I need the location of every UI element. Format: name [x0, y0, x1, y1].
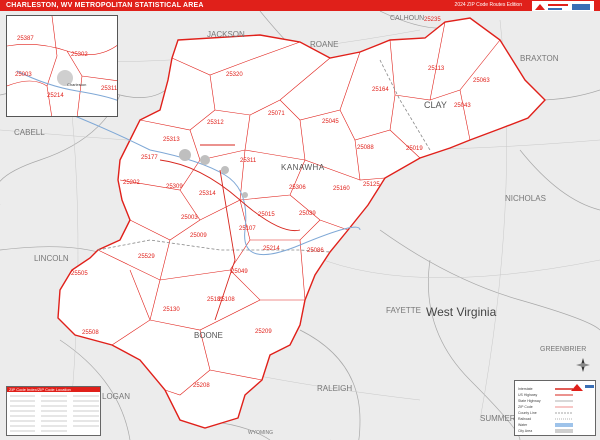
- legend-item: City Area: [518, 429, 533, 433]
- legend-item: State Highway: [518, 399, 541, 403]
- map-legend: Interstate US Highway State Highway ZIP …: [514, 380, 596, 436]
- zip-label: 25086: [307, 248, 324, 254]
- zip-label: 25311: [240, 158, 257, 164]
- county-label-cabell: CABELL: [14, 128, 45, 137]
- inset-zip-label: 25302: [71, 52, 88, 58]
- legend-item: US Highway: [518, 393, 538, 397]
- zip-label: 25508: [82, 330, 99, 336]
- legend-item: ZIP Code: [518, 405, 533, 409]
- county-label-raleigh: RALEIGH: [317, 384, 353, 393]
- map-title: CHARLESTON, WV METROPOLITAN STATISTICAL …: [6, 2, 204, 9]
- inset-zip-label: 25003: [15, 72, 32, 78]
- legend-swatches: [555, 388, 573, 433]
- county-label-calhoun: CALHOUN: [390, 15, 425, 22]
- zip-label: 25107: [239, 226, 256, 232]
- zip-label: 25063: [473, 78, 490, 84]
- county-label-lincoln: LINCOLN: [34, 254, 69, 263]
- zip-label: 25214: [263, 246, 280, 252]
- zip-label: 25312: [207, 120, 224, 126]
- zip-label: 25177: [141, 155, 158, 161]
- zip-label: 25306: [289, 185, 306, 191]
- county-label-wyoming: WYOMING: [248, 430, 273, 436]
- zip-label: 25202: [123, 180, 140, 186]
- zip-label: 25208: [193, 383, 210, 389]
- zip-label: 25113: [428, 66, 445, 72]
- inset-zip-label: 25387: [17, 36, 34, 42]
- county-label-kanawha: KANAWHA: [281, 163, 325, 172]
- zip-label: 25125: [363, 182, 380, 188]
- zip-label: 25314: [199, 191, 216, 197]
- county-label-clay: CLAY: [424, 100, 447, 110]
- zip-label: 25320: [226, 72, 243, 78]
- inset-map: 25387 25302 25003 25311 25214 Charleston: [6, 15, 118, 117]
- inset-place-label: Charleston: [67, 82, 87, 87]
- county-label-braxton: BRAXTON: [520, 54, 559, 63]
- zip-index-panel: ZIP Code Index/ZIP Code Location: [6, 386, 101, 436]
- zip-label: 25043: [454, 103, 471, 109]
- zip-label: 25088: [357, 145, 374, 151]
- zip-label: 25003: [181, 215, 198, 221]
- county-label-boone: BOONE: [194, 331, 223, 340]
- zip-label: 25045: [322, 119, 339, 125]
- edition-label: 2024 ZIP Code Routes Edition: [454, 2, 522, 8]
- zip-label: 25529: [138, 254, 155, 260]
- county-label-roane: ROANE: [310, 40, 339, 49]
- legend-item: Interstate: [518, 387, 533, 391]
- zip-label: 25505: [71, 271, 88, 277]
- zip-label: 25164: [372, 87, 389, 93]
- zip-label: 25160: [333, 186, 350, 192]
- title-bar: CHARLESTON, WV METROPOLITAN STATISTICAL …: [0, 0, 600, 13]
- zip-label: 25235: [424, 17, 441, 23]
- state-label: West Virginia: [426, 305, 497, 319]
- zip-label: 25049: [231, 269, 248, 275]
- zip-label: 25009: [190, 233, 207, 239]
- inset-canvas: [7, 16, 117, 116]
- zip-label: 25209: [255, 329, 272, 335]
- zip-label: 25309: [166, 184, 183, 190]
- zip-label: 25015: [258, 212, 275, 218]
- legend-item: Water: [518, 423, 528, 427]
- legend-item: Railroad: [518, 417, 532, 421]
- zip-index-lines: [10, 395, 99, 432]
- zip-label: 25181: [207, 297, 224, 303]
- county-label-nicholas: NICHOLAS: [505, 194, 546, 203]
- county-label-greenbrier: GREENBRIER: [540, 346, 587, 353]
- inset-zip-label: 25311: [101, 86, 118, 92]
- zip-label: 25313: [163, 137, 180, 143]
- zip-label: 25130: [163, 307, 180, 313]
- zip-label: 25039: [299, 211, 316, 217]
- legend-item: County Line: [518, 411, 537, 415]
- inset-zip-label: 25214: [47, 93, 64, 99]
- county-label-fayette: FAYETTE: [386, 306, 421, 315]
- county-label-jackson: JACKSON: [207, 30, 245, 39]
- zip-label: 25019: [406, 146, 423, 152]
- county-label-logan: LOGAN: [102, 392, 131, 401]
- north-arrow-icon: [576, 358, 590, 372]
- zip-label: 25071: [268, 111, 285, 117]
